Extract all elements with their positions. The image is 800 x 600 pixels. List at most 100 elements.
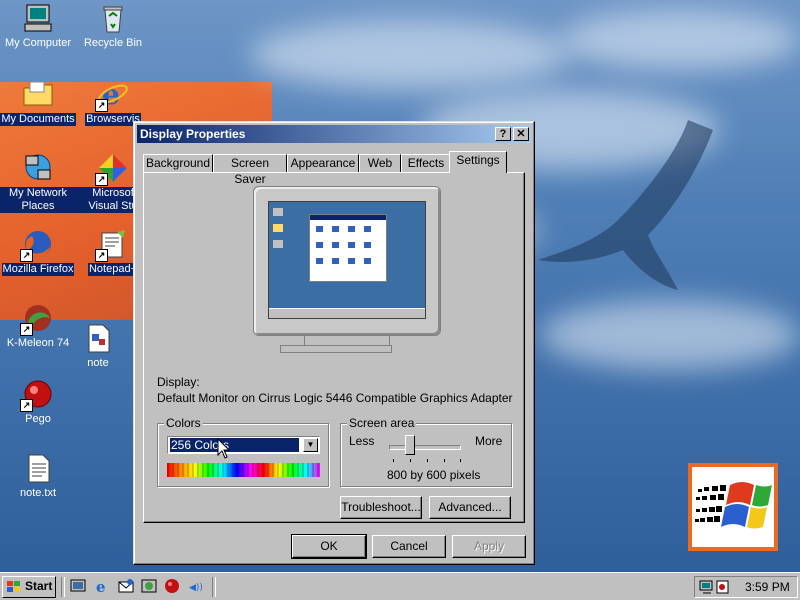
- preview-taskbar: [269, 308, 425, 318]
- tab-screen-saver[interactable]: Screen Saver: [213, 154, 287, 186]
- cancel-button[interactable]: Cancel: [372, 535, 446, 558]
- colors-group: Colors 256 Colors ▼: [157, 416, 329, 487]
- tab-effects[interactable]: Effects: [401, 154, 451, 172]
- chevron-down-icon[interactable]: ▼: [303, 438, 318, 452]
- desktop-icon-label: Notepad+: [87, 263, 138, 276]
- taskbar-separator: [61, 577, 65, 597]
- ok-button[interactable]: OK: [291, 534, 367, 559]
- screen-area-group: Screen area Less More 800 by 600 pixels: [340, 416, 512, 487]
- display-settings-tray-icon[interactable]: [699, 579, 715, 595]
- slider-tick: [444, 459, 445, 462]
- desktop-icon-label: My Computer: [4, 37, 72, 49]
- recycle-bin-icon: [97, 2, 129, 34]
- preview-window: [309, 214, 387, 282]
- screen-area-group-label: Screen area: [347, 416, 417, 430]
- desktop-icon-mozilla-firefox[interactable]: ↗ Mozilla Firefox: [0, 228, 76, 276]
- advanced-button[interactable]: Advanced...: [429, 496, 511, 519]
- slider-less-label: Less: [349, 434, 375, 448]
- desktop-icon-label: My Documents: [0, 113, 76, 126]
- network-icon: [22, 152, 54, 184]
- clock[interactable]: 3:59 PM: [745, 580, 790, 594]
- windows-flag-icon: [695, 482, 772, 529]
- slider-tick: [393, 459, 394, 462]
- help-button[interactable]: ?: [495, 127, 511, 141]
- mouse-cursor-icon: [217, 438, 231, 459]
- outlook-express-icon[interactable]: [118, 578, 134, 594]
- monitor-base: [280, 345, 392, 353]
- k-meleon-icon: ↗: [20, 302, 54, 336]
- monitor-preview-screen: [268, 201, 426, 319]
- svg-text:e: e: [96, 578, 106, 594]
- system-tray: 3:59 PM: [694, 576, 798, 598]
- shortcut-arrow-icon: ↗: [95, 99, 108, 112]
- color-spectrum-bar: [167, 463, 320, 477]
- svg-text:◀)): ◀)): [189, 583, 203, 593]
- close-button[interactable]: ✕: [513, 127, 529, 141]
- shortcut-arrow-icon: ↗: [95, 173, 108, 186]
- my-computer-icon: [22, 2, 54, 34]
- display-adapter-text: Default Monitor on Cirrus Logic 5446 Com…: [157, 391, 513, 405]
- desktop-icon-label: Mozilla Firefox: [1, 263, 75, 276]
- document-icon: [82, 322, 114, 354]
- desktop-icon-browservis[interactable]: e ↗ Browservis: [75, 78, 151, 126]
- text-file-icon: [22, 452, 54, 484]
- windows-logo-badge: [688, 463, 778, 551]
- visual-studio-icon: ↗: [95, 152, 129, 186]
- shortcut-arrow-icon: ↗: [95, 249, 108, 262]
- channels-icon[interactable]: [141, 578, 157, 594]
- wallpaper-cloud: [250, 20, 570, 90]
- desktop-icon-my-network-places[interactable]: My Network Places: [0, 152, 76, 213]
- desktop-icon-label: My Network Places: [0, 187, 76, 213]
- screen-area-value: 800 by 600 pixels: [387, 468, 481, 482]
- slider-tick: [427, 459, 428, 462]
- start-label: Start: [25, 579, 53, 593]
- colors-dropdown[interactable]: 256 Colors ▼: [167, 436, 320, 454]
- dialog-title-bar[interactable]: Display Properties ? ✕: [137, 125, 531, 143]
- desktop-icon-label: Recycle Bin: [83, 37, 143, 49]
- windows-flag-icon: [7, 581, 20, 592]
- shortcut-arrow-icon: ↗: [20, 249, 33, 262]
- desktop-icon-my-documents[interactable]: My Documents: [0, 78, 76, 126]
- apply-button[interactable]: Apply: [452, 535, 526, 558]
- pego-icon: ↗: [20, 378, 54, 412]
- show-desktop-icon[interactable]: [70, 578, 86, 594]
- tab-settings[interactable]: Settings: [449, 151, 507, 173]
- start-button[interactable]: Start: [2, 576, 56, 598]
- display-label: Display:: [157, 375, 200, 389]
- firefox-icon[interactable]: [164, 578, 180, 594]
- desktop-icon-note-txt[interactable]: note.txt: [0, 452, 76, 500]
- shortcut-arrow-icon: ↗: [20, 323, 33, 336]
- volume-tray-icon[interactable]: [715, 579, 731, 595]
- desktop-icon-note[interactable]: note: [60, 322, 136, 370]
- wallpaper-cloud: [540, 300, 800, 370]
- desktop-icon-label: note.txt: [19, 487, 57, 499]
- tab-appearance[interactable]: Appearance: [287, 154, 359, 172]
- desktop-icon-label: Pego: [25, 413, 51, 425]
- screen-area-slider-track[interactable]: [389, 445, 461, 450]
- notepad-plus-icon: ↗: [95, 228, 129, 262]
- desktop-icon-my-computer[interactable]: My Computer: [0, 2, 76, 50]
- tab-web[interactable]: Web: [359, 154, 401, 172]
- taskbar-separator: [212, 577, 216, 597]
- internet-explorer-icon[interactable]: e: [94, 578, 110, 594]
- troubleshoot-button[interactable]: Troubleshoot...: [340, 496, 422, 519]
- slider-tick: [410, 459, 411, 462]
- desktop-icon-recycle-bin[interactable]: Recycle Bin: [75, 2, 151, 50]
- desktop-icon-pego[interactable]: ↗ Pego: [0, 378, 76, 426]
- internet-explorer-icon: e ↗: [95, 78, 129, 112]
- shortcut-arrow-icon: ↗: [20, 399, 33, 412]
- colors-group-label: Colors: [164, 416, 203, 430]
- screen-area-slider-thumb[interactable]: [404, 435, 415, 455]
- wallpaper-cloud: [560, 10, 800, 70]
- folder-icon: [22, 78, 54, 110]
- firefox-icon: ↗: [20, 228, 54, 262]
- wallpaper-swimmer-silhouette: [538, 120, 713, 290]
- monitor-preview: [253, 186, 441, 336]
- colors-dropdown-value: 256 Colors: [170, 438, 299, 452]
- media-icon[interactable]: ◀)): [188, 578, 204, 594]
- slider-tick: [460, 459, 461, 462]
- dialog-title: Display Properties: [140, 127, 246, 141]
- tab-background[interactable]: Background: [143, 154, 213, 172]
- taskbar: Start e ◀)) 3:59 PM: [0, 572, 800, 600]
- display-properties-dialog[interactable]: Display Properties ? ✕ Background Screen…: [133, 121, 535, 565]
